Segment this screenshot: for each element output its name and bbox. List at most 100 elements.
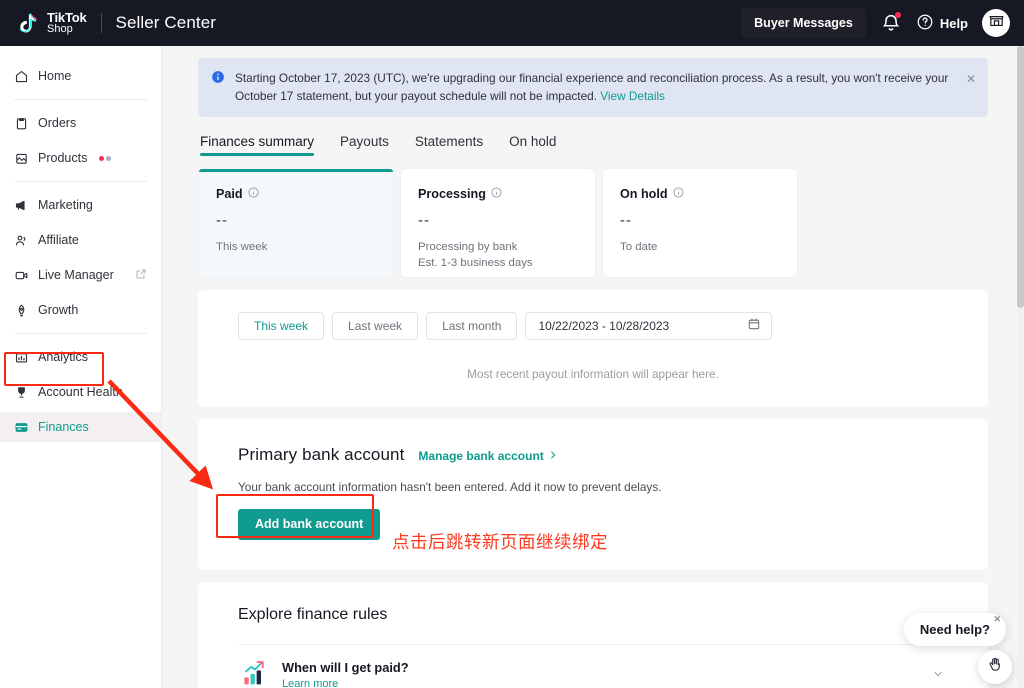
sidebar-item-orders[interactable]: Orders	[0, 108, 161, 138]
summary-cards: Paid -- This week Processing -- Processi…	[198, 167, 988, 278]
upgrade-notice-banner: Starting October 17, 2023 (UTC), we're u…	[198, 58, 988, 117]
need-help-close-icon[interactable]: ✕	[993, 614, 1001, 625]
rule-learn-more-link[interactable]: Learn more	[282, 678, 409, 688]
sidebar-label: Marketing	[38, 198, 93, 212]
buyer-messages-button[interactable]: Buyer Messages	[741, 8, 866, 38]
content-inner: Starting October 17, 2023 (UTC), we're u…	[162, 46, 1024, 688]
summary-card-paid[interactable]: Paid -- This week	[198, 167, 394, 278]
card-title-wrap: Processing	[418, 187, 578, 201]
sidebar-item-affiliate[interactable]: Affiliate	[0, 225, 161, 255]
sidebar-label: Analytics	[38, 350, 89, 364]
need-help-label: Need help?	[919, 622, 990, 637]
sidebar-label: Account Health	[38, 385, 123, 399]
rules-panel-title: Explore finance rules	[238, 605, 388, 623]
rule-question: When will I get paid?	[282, 660, 409, 676]
sidebar-item-home[interactable]: Home	[0, 61, 161, 91]
tab-finances-summary[interactable]: Finances summary	[200, 134, 315, 156]
home-icon	[14, 69, 29, 84]
card-value: --	[418, 211, 430, 229]
banner-message: Starting October 17, 2023 (UTC), we're u…	[235, 71, 949, 104]
summary-card-processing[interactable]: Processing -- Processing by bank Est. 1-…	[400, 167, 596, 278]
sidebar-item-analytics[interactable]: Analytics	[0, 342, 161, 372]
manage-bank-account-link[interactable]: Manage bank account	[418, 449, 557, 463]
scrollbar-thumb[interactable]	[1017, 46, 1024, 308]
manage-bank-account-label: Manage bank account	[418, 448, 544, 463]
seller-center-page: TikTok Shop Seller Center Buyer Messages	[0, 0, 1024, 688]
explore-finance-rules-panel: Explore finance rules When will I get pa…	[198, 581, 988, 688]
sidebar: Home Orders Products Marketing Affiliate…	[0, 46, 162, 688]
growth-chart-icon	[240, 659, 268, 688]
logo-divider	[100, 13, 102, 33]
question-circle-icon	[916, 13, 934, 34]
view-details-link[interactable]: View Details	[600, 89, 665, 103]
sidebar-label: Finances	[38, 420, 89, 434]
sidebar-item-growth[interactable]: Growth	[0, 295, 161, 325]
calendar-icon	[747, 317, 761, 334]
card-title-wrap: On hold	[620, 187, 780, 201]
sidebar-divider	[14, 181, 147, 182]
chip-last-week[interactable]: Last week	[332, 311, 419, 340]
payout-filter-panel: This week Last week Last month 10/22/202…	[198, 289, 988, 407]
trophy-icon	[14, 385, 29, 400]
card-subtitle: To date	[620, 240, 658, 253]
sidebar-item-live-manager[interactable]: Live Manager	[0, 260, 161, 290]
payout-empty-note: Most recent payout information will appe…	[467, 366, 719, 381]
credit-card-icon	[14, 420, 29, 435]
live-video-icon	[14, 268, 29, 283]
chevron-down-icon[interactable]	[932, 668, 944, 683]
product-box-icon	[14, 151, 29, 166]
tab-on-hold[interactable]: On hold	[509, 134, 556, 156]
card-title: Paid	[216, 186, 243, 201]
summary-card-on-hold[interactable]: On hold -- To date	[602, 167, 798, 278]
bank-panel-description: Your bank account information hasn't bee…	[238, 479, 662, 494]
chip-this-week[interactable]: This week	[238, 311, 325, 340]
rules-list: When will I get paid? Learn more	[238, 643, 948, 688]
logo-line-2: Shop	[47, 23, 73, 36]
add-bank-account-button[interactable]: Add bank account	[238, 508, 381, 540]
help-fab-button[interactable]	[978, 650, 1012, 684]
date-filter-chips: This week Last week Last month 10/22/202…	[238, 311, 948, 340]
logo-line-1: TikTok	[47, 9, 87, 25]
sidebar-divider	[14, 333, 147, 334]
card-value: --	[620, 211, 632, 229]
sidebar-item-account-health[interactable]: Account Health	[0, 377, 161, 407]
banner-close-icon[interactable]: ✕	[966, 70, 976, 89]
sidebar-label: Orders	[38, 116, 77, 130]
sidebar-item-finances[interactable]: Finances	[0, 412, 161, 442]
megaphone-icon	[14, 198, 29, 213]
logo-text: TikTok Shop	[47, 11, 87, 35]
date-range-picker[interactable]: 10/22/2023 - 10/28/2023	[525, 311, 773, 340]
info-icon[interactable]	[491, 187, 502, 201]
sidebar-item-products[interactable]: Products	[0, 143, 161, 173]
card-subtitle: Processing by bank Est. 1-3 business day…	[418, 240, 533, 270]
annotation-chinese-note: 点击后跳转新页面继续绑定	[392, 533, 608, 553]
chip-last-month[interactable]: Last month	[426, 311, 518, 340]
notification-badge-dot	[894, 12, 901, 18]
clipboard-icon	[14, 116, 29, 131]
page-scrollbar[interactable]	[1017, 46, 1024, 688]
tiktok-shop-logo[interactable]: TikTok Shop	[14, 10, 87, 36]
shop-avatar[interactable]	[982, 9, 1010, 37]
top-bar-actions: Buyer Messages Help	[741, 8, 1010, 38]
tab-statements[interactable]: Statements	[415, 134, 483, 156]
card-title: On hold	[620, 186, 668, 201]
notifications-bell-icon[interactable]	[880, 12, 902, 34]
bank-panel-title: Primary bank account	[238, 444, 405, 464]
sidebar-label: Growth	[38, 303, 79, 317]
finances-tabs: Finances summary Payouts Statements On h…	[200, 134, 988, 156]
sidebar-item-marketing[interactable]: Marketing	[0, 190, 161, 220]
sidebar-divider	[14, 99, 147, 100]
help-button[interactable]: Help	[916, 13, 968, 34]
need-help-tooltip[interactable]: ✕ Need help?	[903, 613, 1006, 646]
external-link-icon	[135, 268, 147, 283]
tab-payouts[interactable]: Payouts	[340, 134, 389, 156]
date-range-value: 10/22/2023 - 10/28/2023	[538, 318, 670, 333]
info-icon[interactable]	[248, 187, 259, 201]
storefront-icon	[988, 12, 1005, 34]
waving-hand-icon	[987, 656, 1004, 678]
info-icon[interactable]	[673, 187, 684, 201]
tiktok-note-icon	[14, 10, 40, 36]
top-bar: TikTok Shop Seller Center Buyer Messages	[0, 0, 1024, 46]
info-circle-icon	[211, 70, 225, 106]
rule-row[interactable]: When will I get paid? Learn more	[238, 645, 948, 688]
